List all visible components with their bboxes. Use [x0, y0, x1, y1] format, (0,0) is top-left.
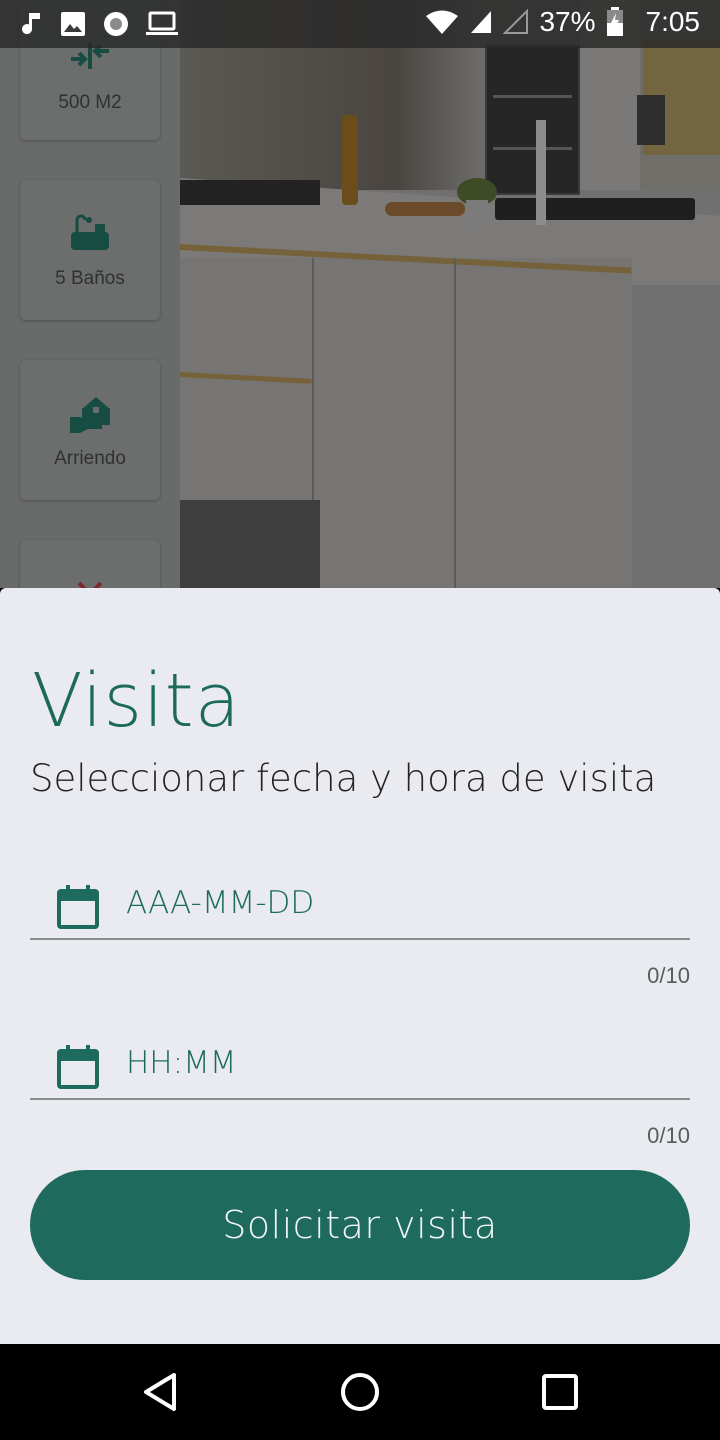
rent-house-icon [68, 392, 112, 436]
feature-card-extra [20, 540, 160, 588]
calendar-icon[interactable] [56, 1044, 100, 1090]
property-photo [180, 0, 720, 588]
back-icon[interactable] [136, 1368, 184, 1416]
calendar-icon[interactable] [56, 884, 100, 930]
time-char-counter: 0/10 [647, 1123, 690, 1148]
music-note-icon [22, 11, 44, 37]
date-input[interactable] [126, 878, 666, 928]
feature-cards-column: 500 M2 5 Baños Arriendo [0, 0, 180, 588]
property-background: 500 M2 5 Baños Arriendo [0, 0, 720, 588]
record-icon [102, 10, 130, 38]
status-bar: 37% 7:05 [0, 0, 720, 48]
laptop-icon [146, 11, 178, 37]
recents-icon[interactable] [536, 1368, 584, 1416]
image-icon [60, 11, 86, 37]
time-field[interactable] [30, 1020, 690, 1100]
visit-bottom-sheet: Visita Seleccionar fecha y hora de visit… [0, 588, 720, 1344]
feature-card-rent: Arriendo [20, 360, 160, 500]
signal-icon [469, 9, 493, 35]
battery-charging-icon [606, 7, 624, 37]
request-visit-button[interactable]: Solicitar visita [30, 1170, 690, 1280]
close-x-icon [68, 572, 112, 588]
sheet-subtitle: Seleccionar fecha y hora de visita [30, 757, 657, 800]
time-input[interactable] [126, 1038, 666, 1088]
feature-card-bathrooms: 5 Baños [20, 180, 160, 320]
battery-percent: 37% [539, 6, 596, 37]
feature-label-rent: Arriendo [54, 448, 126, 469]
wifi-icon [425, 9, 459, 35]
clock: 7:05 [645, 6, 701, 37]
home-icon[interactable] [336, 1368, 384, 1416]
date-char-counter: 0/10 [647, 963, 690, 988]
date-field[interactable] [30, 860, 690, 940]
bathtub-icon [68, 212, 112, 256]
feature-label-area: 500 M2 [58, 92, 122, 113]
signal-empty-icon [503, 9, 529, 35]
feature-label-bathrooms: 5 Baños [55, 268, 125, 289]
date-field-underline [30, 938, 690, 940]
sheet-title: Visita [32, 658, 242, 744]
time-field-underline [30, 1098, 690, 1100]
system-nav-bar [0, 1344, 720, 1440]
